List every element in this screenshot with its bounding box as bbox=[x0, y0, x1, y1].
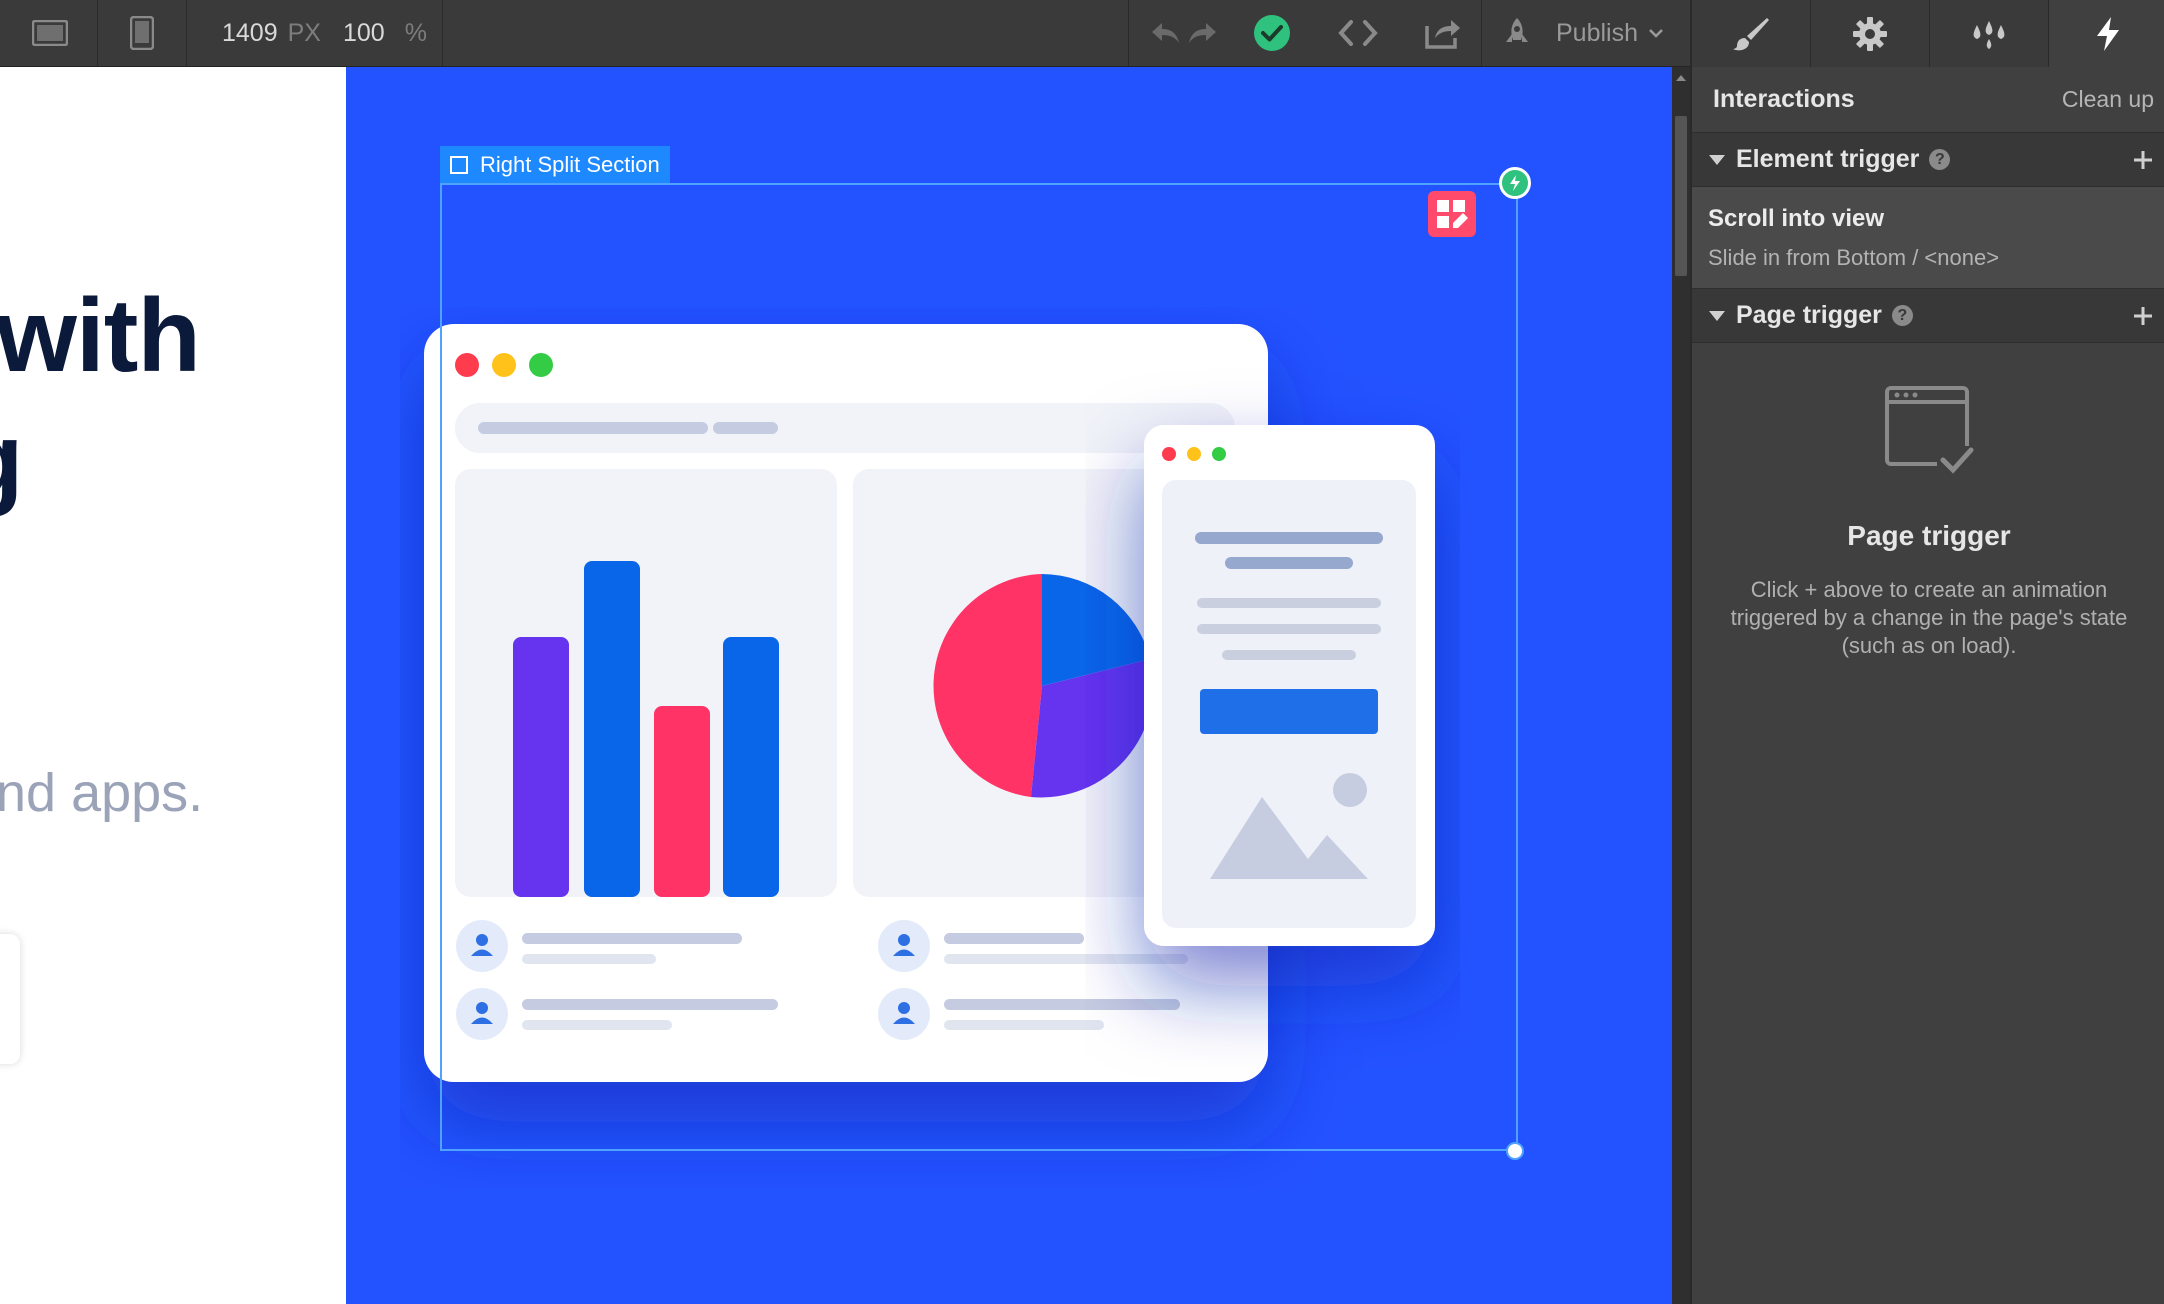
clean-up-button[interactable]: Clean up bbox=[2062, 86, 2154, 113]
empty-state-title: Page trigger bbox=[1847, 520, 2011, 551]
design-canvas[interactable]: with g nd apps. bbox=[0, 67, 1672, 1304]
caret-down-icon bbox=[1709, 154, 1725, 165]
toolbar-divider bbox=[442, 0, 443, 66]
selection-label-text: Right Split Section bbox=[480, 151, 660, 177]
tab-style-manager[interactable] bbox=[1930, 0, 2048, 67]
tab-style[interactable] bbox=[1692, 0, 1810, 67]
zoom-value: 100 bbox=[342, 18, 385, 47]
panel-title: Interactions bbox=[1713, 85, 1855, 113]
right-panel: Interactions Clean up Element trigger ? … bbox=[1690, 0, 2164, 1304]
hero-heading-line-1[interactable]: with bbox=[0, 277, 201, 396]
browser-check-icon bbox=[1885, 386, 1977, 476]
add-element-trigger-button[interactable] bbox=[2132, 149, 2154, 171]
hero-heading-line-2[interactable]: g bbox=[0, 401, 24, 520]
scroll-item-subtitle: Slide in from Bottom / <none> bbox=[1708, 245, 2000, 270]
grid-edit-icon bbox=[1437, 200, 1468, 228]
code-export-button[interactable] bbox=[1330, 0, 1386, 66]
canvas-width-unit: PX bbox=[287, 18, 321, 47]
component-edit-badge[interactable] bbox=[1428, 191, 1476, 237]
redo-button[interactable] bbox=[1180, 0, 1226, 66]
share-button[interactable] bbox=[1418, 0, 1468, 66]
add-page-trigger-button[interactable] bbox=[2132, 305, 2154, 327]
scroll-item-title: Scroll into view bbox=[1708, 205, 1885, 232]
canvas-width-readout[interactable]: 1409 PX 100 % bbox=[222, 0, 427, 66]
lightning-icon bbox=[2097, 16, 2119, 51]
toolbar-divider bbox=[1481, 0, 1482, 66]
top-toolbar: 1409 PX 100 % Publish bbox=[0, 0, 1690, 67]
zoom-unit: % bbox=[404, 18, 427, 47]
element-trigger-header[interactable]: Element trigger ? bbox=[1692, 133, 2164, 187]
interactions-header: Interactions Clean up bbox=[1692, 67, 2164, 133]
scroll-up-arrow-icon bbox=[1676, 75, 1686, 81]
caret-down-icon bbox=[1709, 310, 1725, 321]
tablet-icon bbox=[130, 16, 154, 50]
canvas-width-value: 1409 bbox=[222, 18, 278, 47]
tab-settings[interactable] bbox=[1811, 0, 1929, 67]
drops-icon bbox=[1973, 20, 2005, 49]
section-square-icon bbox=[450, 155, 468, 174]
check-circle-icon bbox=[1254, 15, 1290, 51]
toolbar-divider bbox=[186, 0, 187, 66]
redo-icon bbox=[1189, 23, 1216, 43]
lightning-icon bbox=[1510, 175, 1520, 191]
toolbar-divider bbox=[1128, 0, 1129, 66]
empty-state-description: Click + above to create an animation tri… bbox=[1730, 577, 2128, 658]
gear-icon bbox=[1853, 16, 1887, 51]
resize-handle[interactable] bbox=[1506, 1142, 1524, 1160]
help-icon[interactable]: ? bbox=[1929, 149, 1951, 170]
publish-button[interactable]: Publish bbox=[1500, 0, 1690, 66]
scroll-into-view-item[interactable]: Scroll into view Slide in from Bottom / … bbox=[1692, 187, 2164, 289]
selection-label[interactable]: Right Split Section bbox=[440, 146, 670, 183]
webflow-designer: 1409 PX 100 % Publish with g bbox=[0, 0, 2164, 1304]
interaction-bolt-badge[interactable] bbox=[1499, 167, 1531, 199]
share-icon bbox=[1425, 20, 1460, 49]
page-trigger-label: Page trigger bbox=[1736, 301, 1882, 329]
help-icon[interactable]: ? bbox=[1891, 305, 1913, 326]
page-trigger-header[interactable]: Page trigger ? bbox=[1692, 289, 2164, 343]
rocket-icon bbox=[1506, 18, 1528, 42]
undo-icon bbox=[1152, 23, 1179, 43]
publish-status-button[interactable] bbox=[1248, 0, 1296, 66]
panel-tabs bbox=[1692, 0, 2164, 67]
element-trigger-label: Element trigger bbox=[1736, 145, 1920, 173]
tab-interactions[interactable] bbox=[2049, 0, 2164, 67]
canvas-scrollbar-thumb[interactable] bbox=[1675, 116, 1687, 276]
desktop-breakpoint-button[interactable] bbox=[0, 0, 100, 66]
hero-subheading[interactable]: nd apps. bbox=[0, 762, 203, 824]
chevron-down-icon bbox=[1649, 29, 1663, 38]
tablet-breakpoint-button[interactable] bbox=[98, 0, 186, 66]
publish-label: Publish bbox=[1556, 18, 1638, 47]
page-trigger-empty-state: Page trigger Click + above to create an … bbox=[1692, 380, 2164, 660]
hero-card-edge[interactable] bbox=[0, 934, 20, 1064]
selection-outline bbox=[440, 183, 1518, 1151]
desktop-icon bbox=[32, 20, 68, 46]
code-brackets-icon bbox=[1338, 20, 1378, 46]
paintbrush-icon bbox=[1733, 17, 1769, 50]
